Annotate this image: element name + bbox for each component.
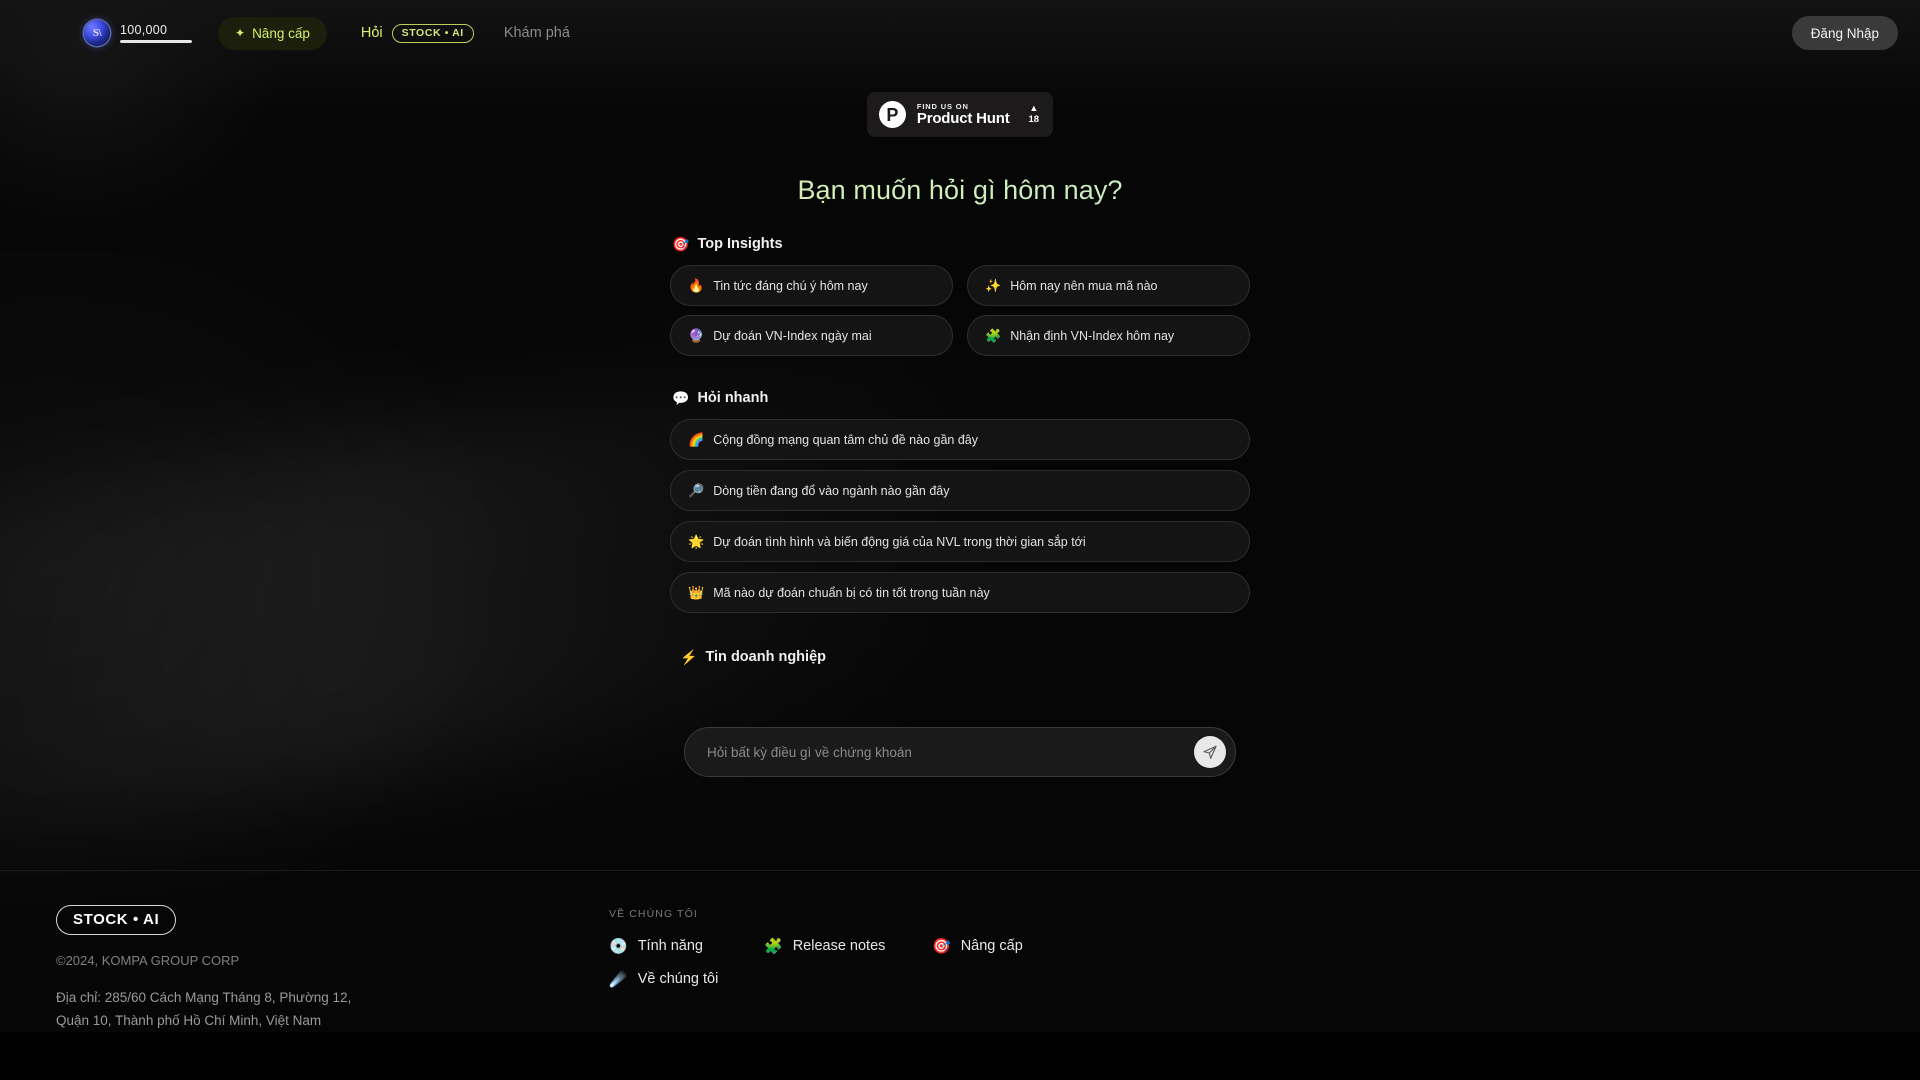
product-hunt-vote-count: 18 xyxy=(1028,114,1040,126)
crown-icon: 👑 xyxy=(688,585,705,600)
glowing-star-icon: 🌟 xyxy=(688,534,705,549)
credits-meter: 100,000 xyxy=(120,22,192,43)
disc-icon: 💿 xyxy=(609,937,628,955)
footer-right: VỀ CHÚNG TÔI 💿 Tính năng 🧩 Release notes… xyxy=(609,905,1129,1032)
quick-ask-chip-label: Dòng tiền đang đổ vào ngành nào gần đây xyxy=(713,483,950,498)
target-icon: 🎯 xyxy=(672,236,690,252)
page-title: Bạn muốn hỏi gì hôm nay? xyxy=(0,175,1920,206)
section-quick-ask: 💬 Hỏi nhanh 🌈 Cộng đồng mạng quan tâm ch… xyxy=(670,390,1250,613)
puzzle-icon: 🧩 xyxy=(985,328,1002,343)
address-text: Địa chỉ: 285/60 Cách Mạng Tháng 8, Phườn… xyxy=(56,990,352,1028)
footer-link-label: Tính năng xyxy=(637,938,703,955)
quick-ask-chip-label: Dự đoán tình hình và biến động giá của N… xyxy=(713,534,1086,549)
product-hunt-name: Product Hunt xyxy=(916,110,1010,128)
quick-ask-chip[interactable]: 👑 Mã nào dự đoán chuẩn bị có tin tốt tro… xyxy=(670,572,1250,613)
fire-icon: 🔥 xyxy=(688,278,705,293)
footer-logo: STOCK • AI xyxy=(56,905,177,936)
credits-indicator: S\ 100,000 xyxy=(84,20,192,46)
stock-ai-badge: STOCK • AI xyxy=(391,23,474,43)
coin-icon: S\ xyxy=(84,20,110,46)
quick-ask-chip[interactable]: 🌟 Dự đoán tình hình và biến động giá của… xyxy=(670,521,1250,562)
app-footer: STOCK • AI ©2024, KOMPA GROUP CORP Địa c… xyxy=(0,870,1920,1032)
credits-amount: 100,000 xyxy=(120,22,168,37)
nav-item-explore[interactable]: Khám phá xyxy=(504,25,570,41)
primary-nav: Hỏi STOCK • AI Khám phá xyxy=(360,23,570,43)
quick-ask-chip-label: Mã nào dự đoán chuẩn bị có tin tốt trong… xyxy=(713,585,990,600)
target-icon: 🎯 xyxy=(932,937,951,955)
comet-icon: ☄️ xyxy=(609,970,628,988)
header-left-group: S\ 100,000 ✦ Nâng cấp Hỏi STOCK • AI Khá… xyxy=(22,16,570,50)
footer-link-about-us[interactable]: ☄️ Về chúng tôi xyxy=(609,971,1129,987)
crystal-ball-icon: 🔮 xyxy=(688,328,705,343)
section-heading-label: Hỏi nhanh xyxy=(697,390,769,406)
section-heading-label: Top Insights xyxy=(697,236,783,252)
search-input[interactable] xyxy=(707,728,1183,776)
quick-ask-chip[interactable]: 🔎 Dòng tiền đang đổ vào ngành nào gần đâ… xyxy=(670,470,1250,511)
insight-chip[interactable]: 🔥 Tin tức đáng chú ý hôm nay xyxy=(670,265,953,306)
bottom-bar xyxy=(0,1032,1920,1080)
upvote-caret-icon: ▲ xyxy=(1029,103,1039,114)
insight-chip-label: Tin tức đáng chú ý hôm nay xyxy=(713,278,868,293)
product-hunt-kicker: FIND US ON xyxy=(916,101,969,111)
insight-chip[interactable]: 🔮 Dự đoán VN-Index ngày mai xyxy=(670,315,953,356)
top-insights-grid: 🔥 Tin tức đáng chú ý hôm nay ✨ Hôm nay n… xyxy=(670,265,1250,356)
sparkles-icon: ✨ xyxy=(985,278,1002,293)
insight-chip-label: Hôm nay nên mua mã nào xyxy=(1010,278,1158,293)
rainbow-icon: 🌈 xyxy=(688,432,705,447)
section-heading-quick-ask: 💬 Hỏi nhanh xyxy=(672,390,1250,406)
content-column: 🎯 Top Insights 🔥 Tin tức đáng chú ý hôm … xyxy=(670,236,1250,777)
lightning-icon: ⚡ xyxy=(680,649,698,665)
product-hunt-text: FIND US ON Product Hunt xyxy=(917,103,1010,127)
product-hunt-badge[interactable]: P FIND US ON Product Hunt ▲ 18 xyxy=(866,92,1054,137)
speech-balloon-icon: 💬 xyxy=(672,390,690,406)
footer-link-label: Release notes xyxy=(792,938,886,955)
section-heading-top-insights: 🎯 Top Insights xyxy=(672,236,1250,252)
nav-item-ask-label: Hỏi xyxy=(360,25,383,41)
section-heading-business-news: ⚡ Tin doanh nghiệp xyxy=(680,649,1250,665)
upgrade-button[interactable]: ✦ Nâng cấp xyxy=(218,16,327,50)
puzzle-icon: 🧩 xyxy=(764,937,783,955)
copyright-text: ©2024, KOMPA GROUP CORP xyxy=(56,953,240,969)
insight-chip-label: Nhận định VN-Index hôm nay xyxy=(1010,328,1175,343)
footer-link-upgrade[interactable]: 🎯 Nâng cấp xyxy=(932,938,1023,954)
upgrade-button-label: Nâng cấp xyxy=(252,25,310,41)
footer-left: STOCK • AI ©2024, KOMPA GROUP CORP Địa c… xyxy=(56,905,526,1032)
footer-link-label: Nâng cấp xyxy=(960,938,1023,955)
insight-chip[interactable]: 🧩 Nhận định VN-Index hôm nay xyxy=(967,315,1250,356)
sparkle-icon: ✦ xyxy=(235,26,246,40)
footer-link-release-notes[interactable]: 🧩 Release notes xyxy=(764,938,932,954)
nav-item-ask[interactable]: Hỏi STOCK • AI xyxy=(360,23,474,43)
credits-progress-bar xyxy=(120,40,192,43)
composer-area xyxy=(670,727,1250,777)
insight-chip-label: Dự đoán VN-Index ngày mai xyxy=(713,328,872,343)
footer-link-features[interactable]: 💿 Tính năng xyxy=(609,938,764,954)
footer-links: 💿 Tính năng 🧩 Release notes 🎯 Nâng cấp ☄… xyxy=(609,938,1129,987)
quick-ask-chip-label: Cộng đồng mạng quan tâm chủ đề nào gần đ… xyxy=(713,432,978,447)
product-hunt-area: P FIND US ON Product Hunt ▲ 18 xyxy=(0,92,1920,137)
composer xyxy=(684,727,1236,777)
product-hunt-votes: ▲ 18 xyxy=(1029,104,1040,125)
quick-ask-chip[interactable]: 🌈 Cộng đồng mạng quan tâm chủ đề nào gần… xyxy=(670,419,1250,460)
footer-section-title: VỀ CHÚNG TÔI xyxy=(609,908,698,921)
insight-chip[interactable]: ✨ Hôm nay nên mua mã nào xyxy=(967,265,1250,306)
quick-ask-list: 🌈 Cộng đồng mạng quan tâm chủ đề nào gần… xyxy=(670,419,1250,613)
section-heading-label: Tin doanh nghiệp xyxy=(705,649,826,665)
section-top-insights: 🎯 Top Insights 🔥 Tin tức đáng chú ý hôm … xyxy=(670,236,1250,356)
login-button[interactable]: Đăng Nhập xyxy=(1791,16,1898,50)
section-business-news: ⚡ Tin doanh nghiệp xyxy=(678,649,1250,665)
product-hunt-icon: P xyxy=(878,101,906,128)
footer-link-label: Về chúng tôi xyxy=(637,971,719,988)
app-header: S\ 100,000 ✦ Nâng cấp Hỏi STOCK • AI Khá… xyxy=(0,0,1920,66)
send-button[interactable] xyxy=(1194,736,1226,768)
app-root: S\ 100,000 ✦ Nâng cấp Hỏi STOCK • AI Khá… xyxy=(0,0,1920,1080)
send-paper-plane-icon xyxy=(1203,745,1217,759)
magnifier-icon: 🔎 xyxy=(688,483,705,498)
